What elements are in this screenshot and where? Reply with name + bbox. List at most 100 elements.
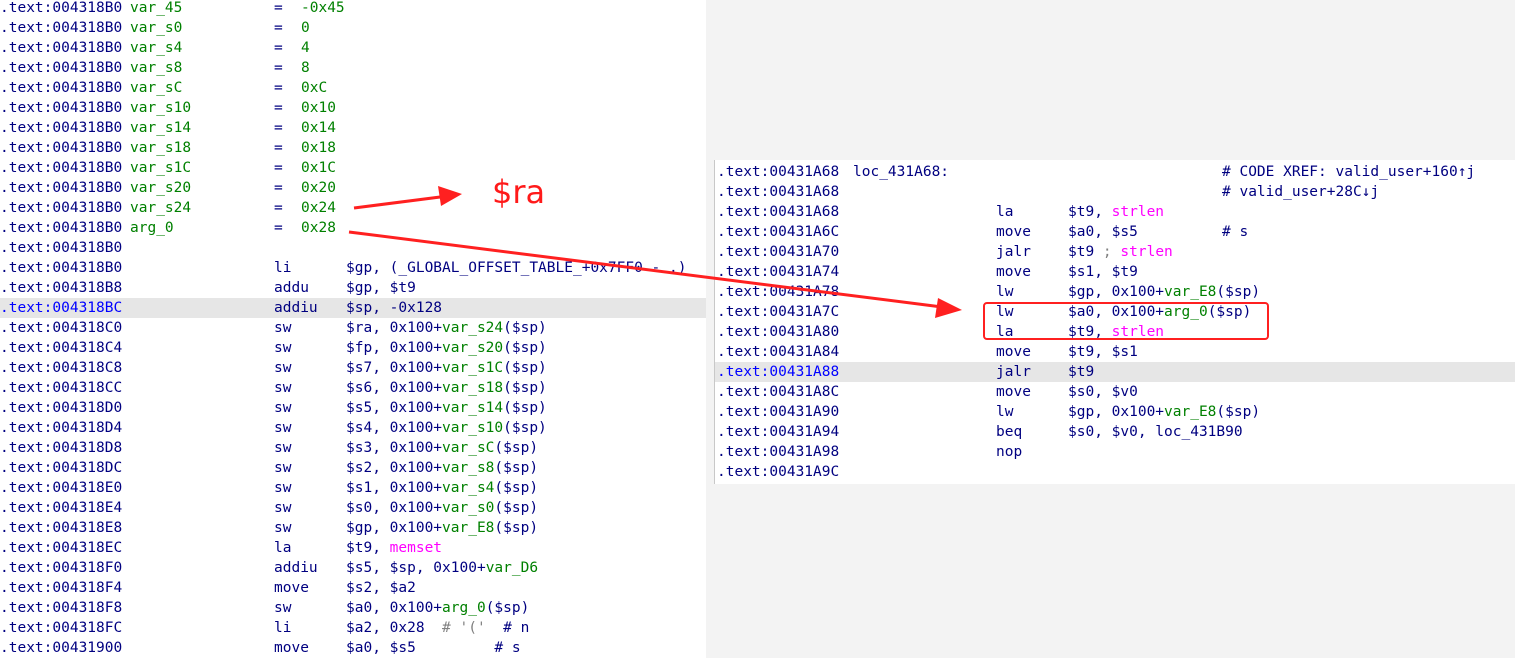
- operand-part: $s7, 0x100+: [346, 360, 443, 376]
- disasm-line[interactable]: .text:004318EC la $t9, memset: [0, 538, 706, 558]
- highlight-box: [983, 302, 1269, 340]
- disasm-line[interactable]: .text:004318F4 move $s2, $a2: [0, 578, 706, 598]
- disasm-line[interactable]: .text:004318E0 sw $s1, 0x100+var_s4($sp): [0, 478, 706, 498]
- disasm-line[interactable]: .text:004318F0 addiu $s5, $sp, 0x100+var_D…: [0, 558, 706, 578]
- stack-var-value: 0x28: [301, 220, 336, 236]
- operand-symbol: var_s1C: [442, 360, 504, 376]
- disasm-line[interactable]: .text:004318B0: [0, 238, 706, 258]
- line-address: .text:004318D4: [0, 420, 123, 436]
- operand-part: $a2, 0x28: [346, 620, 425, 636]
- line-address: .text:00431A84: [717, 344, 840, 360]
- disasm-line[interactable]: .text:004318C4 sw $fp, 0x100+var_s20($sp): [0, 338, 706, 358]
- disasm-line[interactable]: .text:004318D8 sw $s3, 0x100+var_sC($sp): [0, 438, 706, 458]
- stack-var-value: -0x45: [301, 0, 345, 16]
- line-address: .text:004318B0: [0, 20, 123, 36]
- disasm-line[interactable]: .text:004318D0 sw $s5, 0x100+var_s14($sp): [0, 398, 706, 418]
- operand-suffix: ($sp): [494, 440, 539, 456]
- disasm-line[interactable]: .text:00431A6C move $a0, $s5 # s: [715, 222, 1515, 242]
- disasm-line[interactable]: .text:004318D4 sw $s4, 0x100+var_s10($sp): [0, 418, 706, 438]
- operand-part: $ra, 0x100+: [346, 320, 443, 336]
- disasm-line[interactable]: .text:004318B0 var_s1C = 0x1C: [0, 158, 706, 178]
- disasm-line[interactable]: .text:004318BC addiu $sp, -0x128: [0, 298, 706, 318]
- line-address: .text:004318C8: [0, 360, 123, 376]
- disasm-line[interactable]: .text:004318B0 var_sC = 0xC: [0, 78, 706, 98]
- disasm-line[interactable]: .text:004318B0 arg_0 = 0x28: [0, 218, 706, 238]
- disasm-line[interactable]: .text:004318FC li $a2, 0x28 # '(' # n: [0, 618, 706, 638]
- ra-annotation-label: $ra: [492, 173, 546, 211]
- mnemonic: sw: [274, 400, 292, 416]
- line-address: .text:00431A6C: [717, 224, 840, 240]
- mnemonic: sw: [274, 420, 292, 436]
- disasm-line[interactable]: .text:004318B0 var_s10 = 0x10: [0, 98, 706, 118]
- operands: $a0, $s5 # s: [346, 638, 521, 658]
- equals-sign: =: [274, 140, 283, 156]
- disasm-line[interactable]: .text:004318E8 sw $gp, 0x100+var_E8($sp): [0, 518, 706, 538]
- disasm-line[interactable]: .text:004318C8 sw $s7, 0x100+var_s1C($sp): [0, 358, 706, 378]
- disasm-line[interactable]: .text:004318C0 sw $ra, 0x100+var_s24($sp): [0, 318, 706, 338]
- disasm-line[interactable]: .text:004318B0 var_s8 = 8: [0, 58, 706, 78]
- stack-var-name: var_s14: [130, 120, 192, 136]
- operand-part: $gp, $t9: [346, 280, 416, 296]
- line-address: .text:00431A70: [717, 244, 840, 260]
- disasm-line[interactable]: .text:004318B0 var_s14 = 0x14: [0, 118, 706, 138]
- disasm-line[interactable]: .text:00431900 move $a0, $s5 # s: [0, 638, 706, 658]
- disasm-line[interactable]: .text:004318B0 var_s4 = 4: [0, 38, 706, 58]
- stack-var-name: var_s1C: [130, 160, 192, 176]
- operand-part: $s0, 0x100+: [346, 500, 443, 516]
- line-address: .text:00431A68: [717, 164, 840, 180]
- disasm-line[interactable]: .text:004318B0 var_45 = -0x45: [0, 0, 706, 18]
- operand-part: $gp, 0x100+: [1068, 284, 1165, 300]
- operands: $a0, 0x100+arg_0($sp): [346, 598, 529, 618]
- mnemonic: lw: [996, 284, 1014, 300]
- disasm-line[interactable]: .text:004318DC sw $s2, 0x100+var_s8($sp): [0, 458, 706, 478]
- line-address: .text:004318B0: [0, 260, 123, 276]
- operand-part: $t9,: [346, 540, 390, 556]
- disasm-line[interactable]: .text:004318F8 sw $a0, 0x100+arg_0($sp): [0, 598, 706, 618]
- stack-var-value: 0x20: [301, 180, 336, 196]
- mnemonic: sw: [274, 480, 292, 496]
- stack-var-value: 0xC: [301, 80, 328, 96]
- operand-part: $s6, 0x100+: [346, 380, 443, 396]
- disasm-line[interactable]: .text:00431A98 nop: [715, 442, 1515, 462]
- operand-part: $t9: [1068, 364, 1095, 380]
- inline-comment: # s: [1222, 224, 1249, 240]
- disassembly-pane-left[interactable]: .text:004318B0 var_45 = -0x45 .text:004318B0…: [0, 0, 706, 658]
- disasm-line[interactable]: .text:00431A74 move $s1, $t9: [715, 262, 1515, 282]
- stack-var-name: var_s0: [130, 20, 183, 36]
- disasm-line[interactable]: .text:004318B0 var_s24 = 0x24: [0, 198, 706, 218]
- disasm-line[interactable]: .text:00431A90 lw $gp, 0x100+var_E8($sp): [715, 402, 1515, 422]
- line-address: .text:004318D8: [0, 440, 123, 456]
- disasm-line[interactable]: .text:00431A9C: [715, 462, 1515, 482]
- disasm-line[interactable]: .text:00431A84 move $t9, $s1: [715, 342, 1515, 362]
- operands: $gp, 0x100+var_E8($sp): [346, 518, 538, 538]
- disasm-line[interactable]: .text:004318B0 var_s18 = 0x18: [0, 138, 706, 158]
- disasm-line[interactable]: .text:004318CC sw $s6, 0x100+var_s18($sp): [0, 378, 706, 398]
- operands: $a2, 0x28 # '(' # n: [346, 618, 529, 638]
- disasm-line[interactable]: .text:004318B0 var_s0 = 0: [0, 18, 706, 38]
- disasm-line[interactable]: .text:00431A68 loc_431A68: # CODE XREF: va…: [715, 162, 1515, 182]
- operand-symbol: var_s8: [442, 460, 495, 476]
- line-address: .text:004318B0: [0, 80, 123, 96]
- operand-suffix: ($sp): [1216, 284, 1261, 300]
- disasm-line[interactable]: .text:00431A68 la $t9, strlen: [715, 202, 1515, 222]
- operand-symbol: arg_0: [442, 600, 486, 616]
- disasm-line[interactable]: .text:00431A94 beq $s0, $v0, loc_431B90: [715, 422, 1515, 442]
- disasm-line[interactable]: .text:00431A8C move $s0, $v0: [715, 382, 1515, 402]
- disasm-line[interactable]: .text:004318B0 li $gp, (_GLOBAL_OFFSET_TAB…: [0, 258, 706, 278]
- line-address: .text:004318DC: [0, 460, 123, 476]
- line-address: .text:004318CC: [0, 380, 123, 396]
- disasm-line[interactable]: .text:004318E4 sw $s0, 0x100+var_s0($sp): [0, 498, 706, 518]
- disasm-line[interactable]: .text:004318B8 addu $gp, $t9: [0, 278, 706, 298]
- line-address: .text:004318B0: [0, 220, 123, 236]
- disasm-line[interactable]: .text:00431A88 jalr $t9: [715, 362, 1515, 382]
- operand-part: $s2, $a2: [346, 580, 416, 596]
- disasm-line[interactable]: .text:00431A68 # valid_user+28C↓j: [715, 182, 1515, 202]
- operands: $s2, 0x100+var_s8($sp): [346, 458, 538, 478]
- operands: $s1, 0x100+var_s4($sp): [346, 478, 538, 498]
- disasm-line[interactable]: .text:004318B0 var_s20 = 0x20: [0, 178, 706, 198]
- disasm-line[interactable]: .text:00431A70 jalr $t9 ; strlen: [715, 242, 1515, 262]
- operands: $s5, $sp, 0x100+var_D6: [346, 558, 538, 578]
- disasm-line[interactable]: .text:00431A78 lw $gp, 0x100+var_E8($sp): [715, 282, 1515, 302]
- operand-part: $s0, $v0, loc_431B90: [1068, 424, 1243, 440]
- mnemonic: sw: [274, 440, 292, 456]
